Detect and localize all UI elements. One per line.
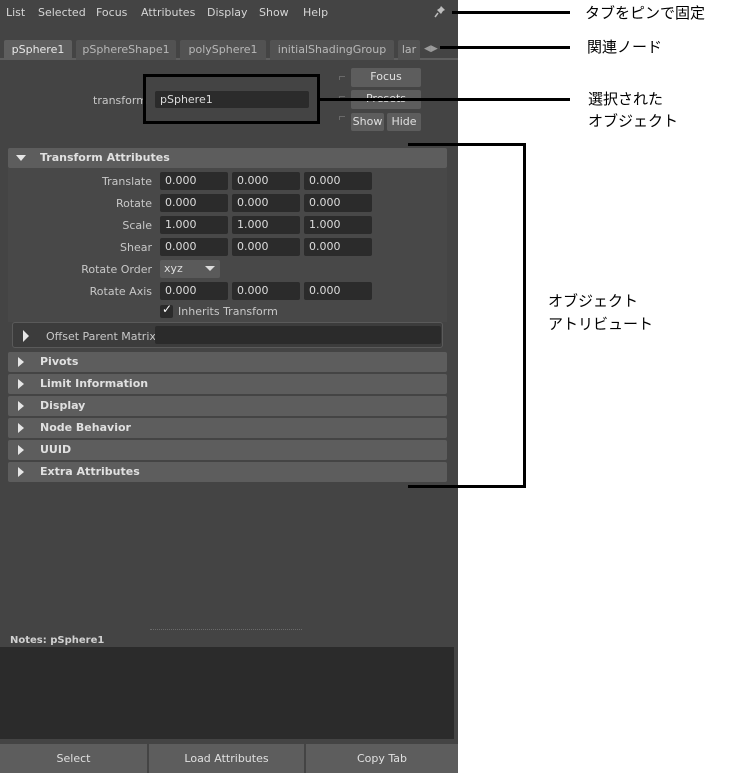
rotate-order-value: xyz: [164, 262, 183, 275]
annotation-selected-line2: オブジェクト: [588, 112, 679, 130]
splitter-handle[interactable]: [150, 629, 302, 630]
section-transform-attributes[interactable]: Transform Attributes: [8, 148, 447, 168]
menu-attributes[interactable]: Attributes: [141, 6, 195, 19]
rotate-order-label: Rotate Order: [81, 263, 152, 276]
annotation-line-selected: [320, 98, 570, 101]
menu-help[interactable]: Help: [303, 6, 328, 19]
rotate-axis-x-field[interactable]: 0.000: [160, 282, 228, 300]
rotate-order-dropdown[interactable]: xyz: [160, 260, 220, 278]
connection-marker-icon: [339, 116, 345, 120]
notes-textarea[interactable]: [0, 647, 454, 739]
translate-y-field[interactable]: 0.000: [232, 172, 300, 190]
section-title: Display: [40, 399, 86, 412]
expand-icon: [18, 423, 24, 433]
copy-tab-button[interactable]: Copy Tab: [306, 744, 458, 773]
checkmark-icon: ✓: [162, 302, 173, 316]
section-extra-attributes[interactable]: Extra Attributes: [8, 462, 447, 482]
translate-label: Translate: [102, 175, 152, 188]
shear-z-field[interactable]: 0.000: [304, 238, 372, 256]
menu-bar: List Selected Focus Attributes Display S…: [0, 0, 458, 26]
offset-parent-matrix-field[interactable]: [155, 326, 441, 344]
menu-display[interactable]: Display: [207, 6, 248, 19]
collapse-icon: [16, 155, 26, 161]
translate-z-field[interactable]: 0.000: [304, 172, 372, 190]
rotate-axis-label: Rotate Axis: [89, 285, 152, 298]
focus-button[interactable]: Focus: [351, 68, 421, 87]
menu-list[interactable]: List: [6, 6, 25, 19]
annotation-selected-line1: 選択された: [588, 90, 664, 108]
scale-label: Scale: [122, 219, 152, 232]
section-node-behavior[interactable]: Node Behavior: [8, 418, 447, 438]
inherits-transform-checkbox[interactable]: ✓: [160, 302, 173, 318]
menu-selected[interactable]: Selected: [38, 6, 86, 19]
rotate-z-field[interactable]: 0.000: [304, 194, 372, 212]
scale-y-field[interactable]: 1.000: [232, 216, 300, 234]
annotation-attributes-line1: オブジェクト: [548, 292, 639, 310]
annotation-bracket-bottom: [408, 485, 526, 488]
rotate-y-field[interactable]: 0.000: [232, 194, 300, 212]
section-pivots[interactable]: Pivots: [8, 352, 447, 372]
section-limit-information[interactable]: Limit Information: [8, 374, 447, 394]
hide-button[interactable]: Hide: [387, 113, 421, 131]
section-title: Transform Attributes: [40, 151, 170, 164]
section-title: Node Behavior: [40, 421, 131, 434]
show-button[interactable]: Show: [351, 113, 384, 131]
rotate-label: Rotate: [115, 197, 152, 210]
rotate-x-field[interactable]: 0.000: [160, 194, 228, 212]
shear-x-field[interactable]: 0.000: [160, 238, 228, 256]
annotation-pin-tab: タブをピンで固定: [585, 4, 706, 22]
annotation-highlight-box: [143, 74, 320, 124]
annotation-line-related: [440, 46, 570, 49]
expand-icon: [18, 357, 24, 367]
chevron-down-icon: [205, 266, 215, 271]
select-button[interactable]: Select: [0, 744, 147, 773]
tab-psphere1[interactable]: pSphere1: [4, 40, 72, 60]
expand-icon: [18, 379, 24, 389]
scale-x-field[interactable]: 1.000: [160, 216, 228, 234]
tab-scroll-arrows-icon[interactable]: ◀▶: [424, 44, 438, 54]
notes-label: Notes: pSphere1: [10, 635, 105, 646]
rotate-axis-y-field[interactable]: 0.000: [232, 282, 300, 300]
tab-bar: pSphere1 pSphereShape1 polySphere1 initi…: [0, 38, 458, 60]
expand-icon: [18, 467, 24, 477]
expand-icon: [18, 445, 24, 455]
section-title: Extra Attributes: [40, 465, 140, 478]
offset-parent-matrix-label: Offset Parent Matrix: [46, 330, 156, 343]
node-type-label: transform: [93, 94, 147, 107]
tab-lambert[interactable]: lar: [398, 40, 420, 60]
tab-initialshadinggroup[interactable]: initialShadingGroup: [270, 40, 394, 60]
annotation-attributes-line2: アトリビュート: [548, 315, 654, 333]
connection-marker-icon: [339, 76, 345, 80]
menu-focus[interactable]: Focus: [96, 6, 127, 19]
scale-z-field[interactable]: 1.000: [304, 216, 372, 234]
annotation-related-nodes: 関連ノード: [587, 38, 663, 56]
pin-icon[interactable]: [434, 5, 446, 19]
shear-y-field[interactable]: 0.000: [232, 238, 300, 256]
shear-label: Shear: [120, 241, 152, 254]
inherits-transform-label: Inherits Transform: [178, 305, 278, 318]
section-title: UUID: [40, 443, 72, 456]
annotation-bracket-top: [408, 143, 526, 146]
load-attributes-button[interactable]: Load Attributes: [149, 744, 304, 773]
offset-parent-matrix-section[interactable]: Offset Parent Matrix: [12, 322, 443, 348]
tab-polysphere1[interactable]: polySphere1: [180, 40, 266, 60]
tab-psphereshape1[interactable]: pSphereShape1: [76, 40, 176, 60]
translate-x-field[interactable]: 0.000: [160, 172, 228, 190]
annotation-line-pin: [452, 11, 570, 14]
expand-icon: [18, 401, 24, 411]
annotation-bracket-side: [523, 143, 526, 488]
rotate-axis-z-field[interactable]: 0.000: [304, 282, 372, 300]
section-uuid[interactable]: UUID: [8, 440, 447, 460]
section-title: Pivots: [40, 355, 79, 368]
expand-icon: [23, 330, 29, 342]
menu-show[interactable]: Show: [259, 6, 289, 19]
section-display[interactable]: Display: [8, 396, 447, 416]
section-title: Limit Information: [40, 377, 149, 390]
